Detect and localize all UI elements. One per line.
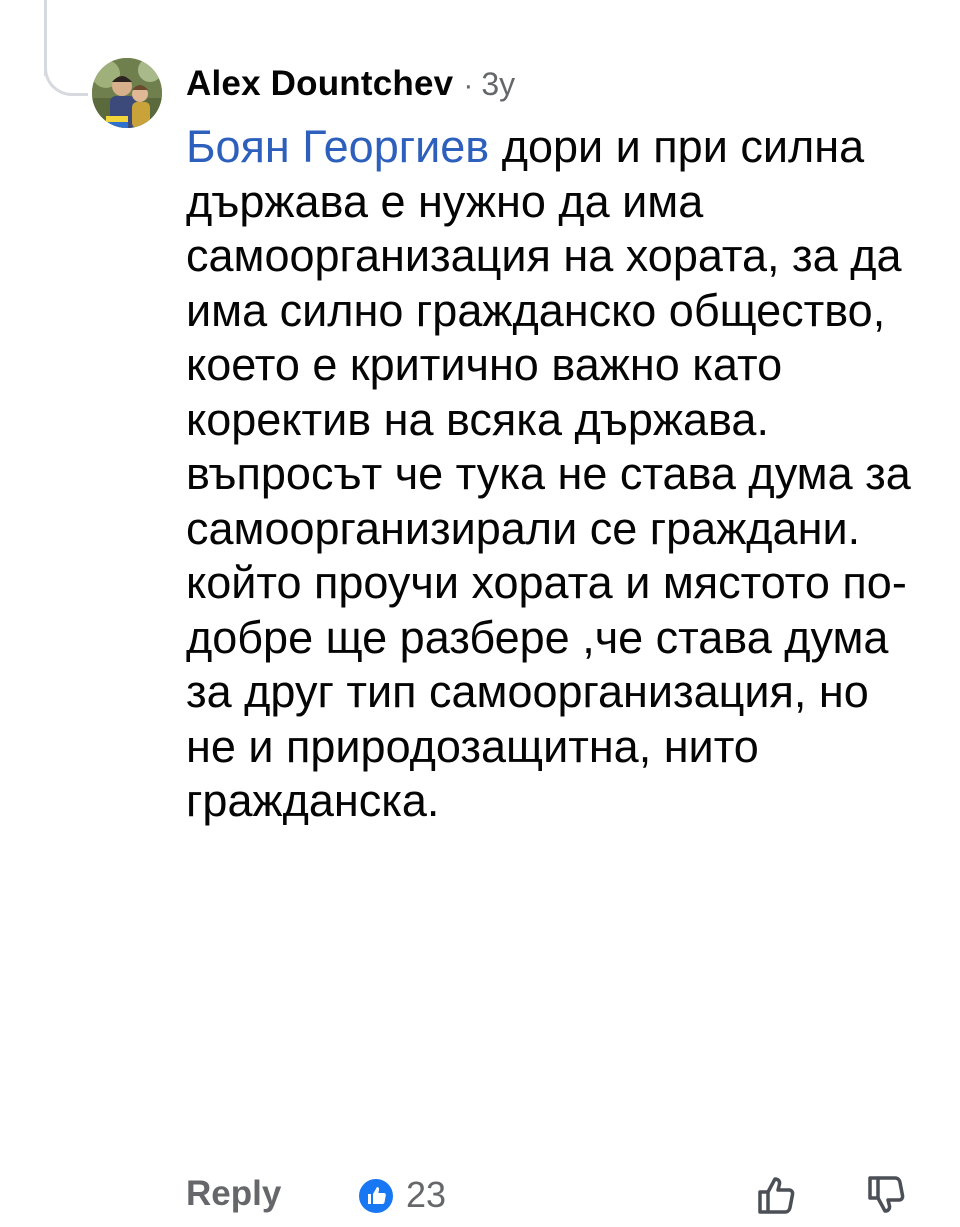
comment-body: Боян Георгиев дори и при силна държава е… <box>186 120 926 829</box>
comment-text: дори и при силна държава е нужно да има … <box>186 121 911 826</box>
thumbs-down-outline-icon[interactable] <box>864 1172 910 1223</box>
thread-connector <box>44 44 88 96</box>
comment-header: Alex Dountchev · 3y <box>186 64 926 118</box>
author-name[interactable]: Alex Dountchev <box>186 64 453 104</box>
timestamp[interactable]: 3y <box>481 66 515 103</box>
thumbs-up-outline-icon[interactable] <box>754 1172 800 1223</box>
avatar[interactable] <box>92 58 162 128</box>
reaction-count[interactable]: 23 <box>406 1174 446 1216</box>
comment: Alex Dountchev · 3y Боян Георгиев дори и… <box>186 64 926 829</box>
like-icon[interactable] <box>356 1176 396 1216</box>
comment-actions: Reply 23 <box>186 1168 926 1220</box>
separator-dot: · <box>463 69 474 102</box>
mention-link[interactable]: Боян Георгиев <box>186 121 489 172</box>
reply-button[interactable]: Reply <box>186 1174 281 1214</box>
